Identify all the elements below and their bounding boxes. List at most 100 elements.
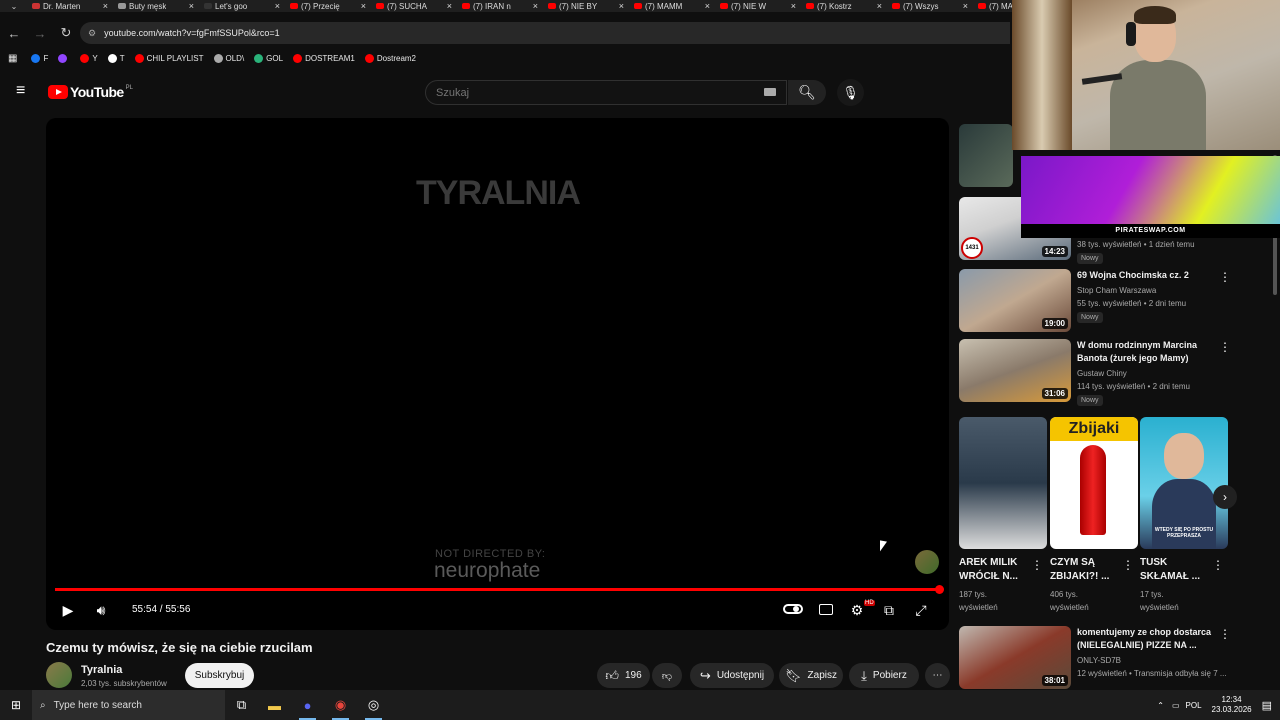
channel-watermark[interactable] [915, 550, 939, 574]
close-icon[interactable]: × [791, 0, 796, 12]
task-view-button[interactable]: ⧉ [225, 690, 258, 720]
keyboard-icon[interactable] [764, 88, 776, 96]
discord-button[interactable]: ● [291, 690, 324, 720]
sponsor-banner[interactable]: PIRATESWAP.COM [1021, 156, 1280, 238]
browser-tab[interactable]: (7) Przecię × [286, 0, 372, 12]
browser-tab[interactable]: (7) MAMM × [630, 0, 716, 12]
video-player[interactable]: TYRALNIA NOT DIRECTED BY: neurophate ▶ 🔊… [46, 118, 949, 630]
clock[interactable]: 12:34 23.03.2026 [1212, 695, 1252, 715]
short-title[interactable]: TUSK SKŁAMAŁ ... [1140, 556, 1210, 584]
bookmark-item[interactable]: Dostream2 [364, 53, 416, 63]
network-icon[interactable]: ▭ [1172, 701, 1180, 710]
obs-button[interactable]: ◎ [357, 690, 390, 720]
channel-avatar[interactable] [46, 662, 72, 688]
close-icon[interactable]: × [189, 0, 194, 12]
tray-expand-icon[interactable]: ⌃ [1157, 701, 1164, 710]
browser-tab[interactable]: Dr. Marten × [28, 0, 114, 12]
close-icon[interactable]: × [103, 0, 108, 12]
close-icon[interactable]: × [877, 0, 882, 12]
browser-tab[interactable]: (7) NIE BY × [544, 0, 630, 12]
file-explorer-button[interactable]: ▬ [258, 690, 291, 720]
volume-button[interactable]: 🔊︎ [92, 602, 110, 618]
address-bar[interactable]: ⚙ youtube.com/watch?v=fgFmfSSUPol&rco=1 [80, 22, 1010, 44]
fullscreen-button[interactable]: ⤢ [913, 602, 929, 618]
sidebar-item-channel[interactable]: Gustaw Chiny [1077, 367, 1227, 380]
bookmark-item[interactable]: Y [80, 53, 98, 63]
back-button[interactable]: ← [2, 22, 26, 44]
browser-tab[interactable]: Let's goo × [200, 0, 286, 12]
dislike-button[interactable]: 👎︎ [652, 663, 682, 688]
more-actions-button[interactable]: ⋯ [925, 663, 950, 688]
search-input[interactable] [436, 86, 756, 99]
bookmark-item[interactable]: OLD\ [213, 53, 244, 63]
subscribe-button[interactable]: Subskrybuj [185, 663, 254, 688]
forward-button[interactable]: → [28, 22, 52, 44]
save-button[interactable]: 🔖︎ Zapisz [779, 663, 843, 688]
shorts-next-button[interactable]: › [1213, 485, 1237, 509]
tab-search-button[interactable]: ⌄ [0, 0, 28, 12]
more-icon[interactable]: ⋮ [1219, 270, 1231, 284]
short-title[interactable]: CZYM SĄ ZBIJAKI?! ... [1050, 556, 1120, 584]
close-icon[interactable]: × [533, 0, 538, 12]
site-info-icon[interactable]: ⚙ [88, 28, 96, 39]
short-title[interactable]: AREK MILIK WRÓCIŁ N... [959, 556, 1029, 584]
bookmark-item[interactable] [58, 53, 70, 63]
subtitles-button[interactable] [819, 604, 833, 615]
sidebar-item-title[interactable]: 69 Wojna Chocimska cz. 2 [1077, 269, 1217, 282]
autoplay-toggle[interactable] [783, 604, 803, 614]
menu-icon[interactable]: ≡ [16, 83, 32, 99]
apps-icon[interactable]: ▦ [8, 53, 17, 64]
taskbar-search[interactable]: ⌕ Type here to search [32, 690, 225, 720]
short-thumb-1[interactable] [959, 417, 1047, 549]
progress-bar[interactable] [55, 588, 941, 591]
browser-tab[interactable]: Buty męsk × [114, 0, 200, 12]
play-button[interactable]: ▶ [60, 602, 76, 618]
sidebar-item-channel[interactable]: Stop Cham Warszawa [1077, 284, 1227, 297]
bookmark-item[interactable]: DOSTREAM1 [293, 53, 355, 63]
bookmark-item[interactable]: T [107, 53, 125, 63]
miniplayer-button[interactable]: ⧉ [881, 602, 897, 618]
sidebar-thumb-4[interactable]: 38:01 [959, 626, 1071, 689]
browser-tab[interactable]: (7) Wszys × [888, 0, 974, 12]
close-icon[interactable]: × [275, 0, 280, 12]
more-icon[interactable]: ⋮ [1219, 340, 1231, 354]
close-icon[interactable]: × [361, 0, 366, 12]
youtube-logo[interactable]: YouTube PL [48, 84, 133, 100]
browser-tab[interactable]: (7) Kostrz × [802, 0, 888, 12]
short-thumb-2[interactable]: Zbijaki [1050, 417, 1138, 549]
browser-tab[interactable]: (7) IRAN n × [458, 0, 544, 12]
notifications-icon[interactable]: ▤ [1262, 699, 1272, 712]
settings-button[interactable]: ⚙ [849, 602, 865, 618]
sidebar-thumb-2[interactable]: 19:00 [959, 269, 1071, 332]
voice-search-button[interactable]: 🎙︎ [837, 79, 864, 106]
bookmark-item[interactable]: GOL [254, 53, 283, 63]
browser-tab[interactable]: (7) SUCHA × [372, 0, 458, 12]
search-box[interactable] [425, 80, 787, 105]
chrome-button[interactable]: ◉ [324, 690, 357, 720]
bookmark-item[interactable]: F [31, 53, 48, 63]
like-button[interactable]: 👍︎ 196 [597, 663, 650, 688]
browser-tab[interactable]: (7) NIE W × [716, 0, 802, 12]
start-button[interactable]: ⊞ [0, 690, 32, 720]
close-icon[interactable]: × [963, 0, 968, 12]
more-icon[interactable]: ⋮ [1031, 558, 1043, 572]
sidebar-item-title[interactable]: W domu rodzinnym Marcina Banota (żurek j… [1077, 339, 1217, 365]
close-icon[interactable]: × [447, 0, 452, 12]
bookmark-item[interactable]: CHIL PLAYLIST [134, 53, 204, 63]
progress-scrubber[interactable] [935, 585, 944, 594]
sidebar-item-title[interactable]: komentujemy ze chop dostarca (NIELEGALNI… [1077, 626, 1219, 652]
download-button[interactable]: ⤓ Pobierz [849, 663, 919, 688]
more-icon[interactable]: ⋮ [1212, 558, 1224, 572]
close-icon[interactable]: × [619, 0, 624, 12]
channel-name[interactable]: Tyralnia [81, 664, 122, 676]
reload-button[interactable]: ↻ [54, 22, 78, 44]
more-icon[interactable]: ⋮ [1219, 627, 1231, 641]
more-icon[interactable]: ⋮ [1122, 558, 1134, 572]
short-thumb-3[interactable]: WTEDY SIĘ PO PROSTU PRZEPRASZA [1140, 417, 1228, 549]
language-indicator[interactable]: POL [1186, 701, 1202, 710]
search-button[interactable]: 🔍︎ [788, 80, 826, 105]
share-button[interactable]: ↪ Udostępnij [690, 663, 774, 688]
sidebar-item-channel[interactable]: ONLY-SD7B [1077, 654, 1227, 667]
sidebar-thumb-3[interactable]: 31:06 [959, 339, 1071, 402]
close-icon[interactable]: × [705, 0, 710, 12]
